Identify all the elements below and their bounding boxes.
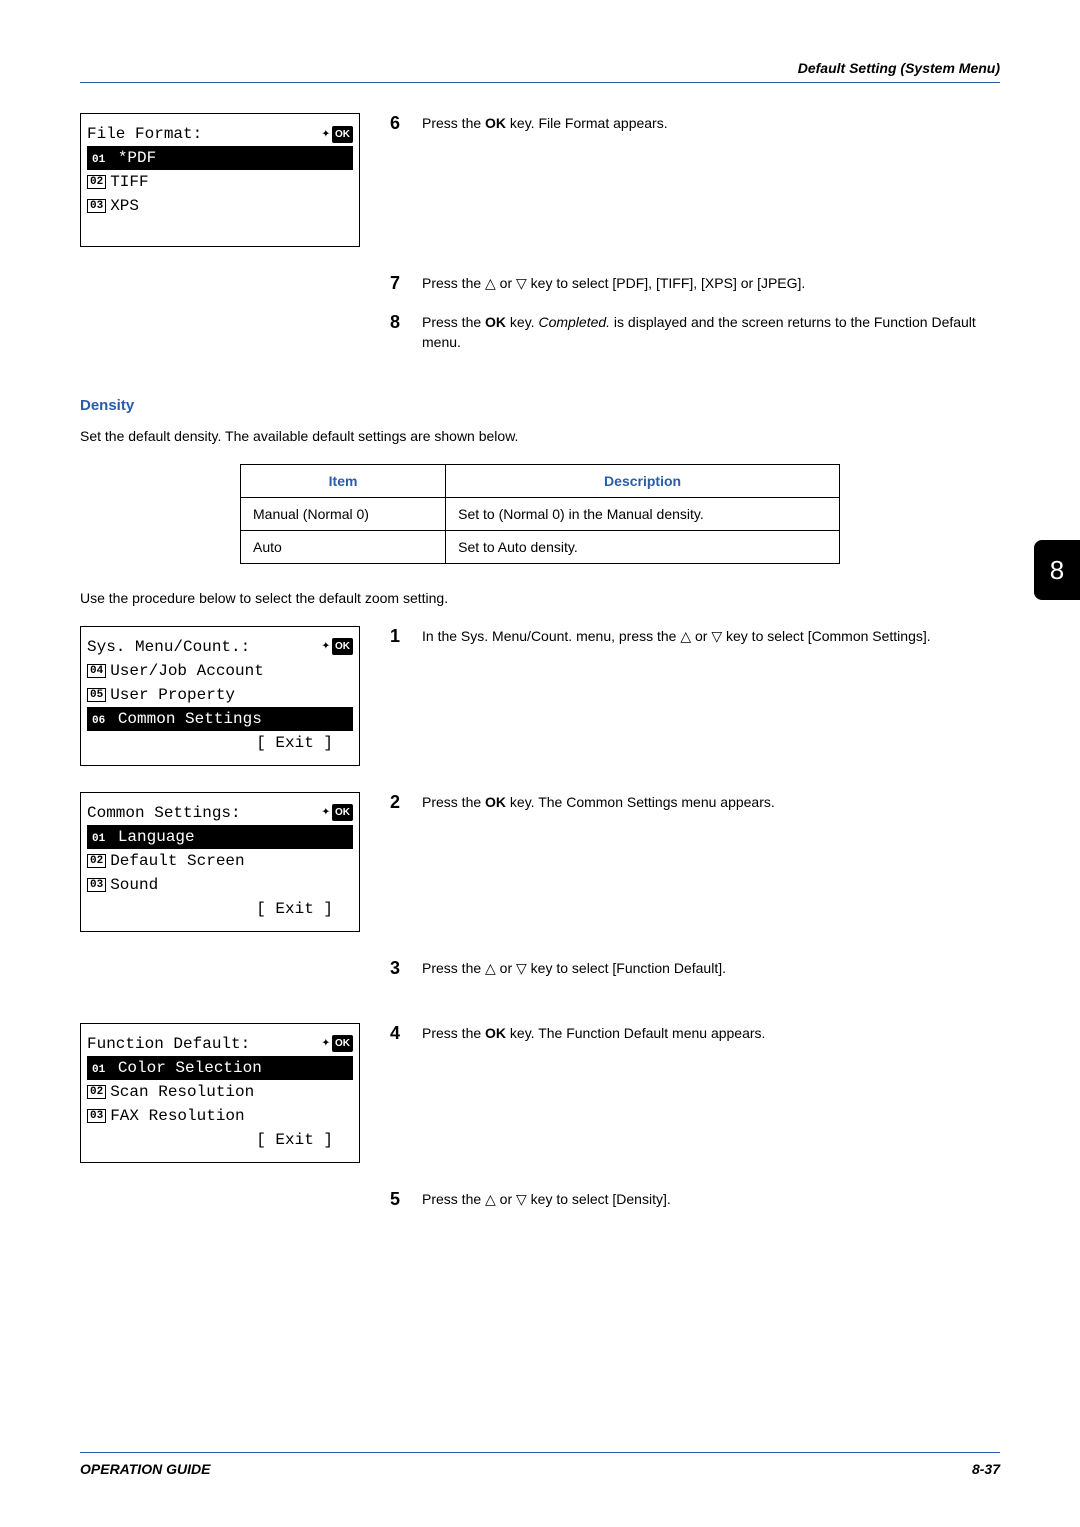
step4-text: Press the OK key. The Function Default m…: [422, 1023, 765, 1044]
lcd2-num3: 06: [89, 714, 108, 728]
lcd2-num1: 04: [87, 664, 106, 678]
step6-number: 6: [390, 113, 408, 134]
lcd3-num2: 02: [87, 854, 106, 868]
lcd2-text3: Common Settings: [118, 710, 262, 728]
lcd1-title: File Format:: [87, 122, 202, 146]
lcd4-text2: Scan Resolution: [110, 1080, 254, 1104]
step1-number: 1: [390, 626, 408, 647]
th-item: Item: [241, 464, 446, 497]
lcd2-exit: [ Exit ]: [87, 731, 353, 755]
lcd3-text3: Sound: [110, 873, 158, 897]
r2c1: Auto: [241, 530, 446, 563]
step8-text: Press the OK key. Completed. is displaye…: [422, 312, 1000, 353]
lcd1-text3: XPS: [110, 194, 139, 218]
step1-text: In the Sys. Menu/Count. menu, press the …: [422, 626, 931, 647]
density-table: Item Description Manual (Normal 0) Set t…: [240, 464, 840, 564]
lcd-function-default: Function Default: ✦OK 01 Color Selection…: [80, 1023, 360, 1163]
lcd2-num2: 05: [87, 688, 106, 702]
lcd-sys-menu: Sys. Menu/Count.: ✦OK 04 User/Job Accoun…: [80, 626, 360, 766]
density-heading: Density: [80, 397, 1000, 414]
step8-number: 8: [390, 312, 408, 353]
lcd4-num1: 01: [89, 1063, 108, 1077]
step7-number: 7: [390, 273, 408, 294]
header-rule: [80, 82, 1000, 83]
lcd4-title: Function Default:: [87, 1032, 250, 1056]
step2-number: 2: [390, 792, 408, 813]
step6-text: Press the OK key. File Format appears.: [422, 113, 668, 134]
nav-ok-icon: ✦OK: [322, 124, 353, 145]
step7-text: Press the △ or ▽ key to select [PDF], [T…: [422, 273, 805, 294]
lcd-common-settings: Common Settings: ✦OK 01 Language 02 Defa…: [80, 792, 360, 932]
lcd2-text1: User/Job Account: [110, 659, 264, 683]
chapter-tab: 8: [1034, 540, 1080, 600]
r1c1: Manual (Normal 0): [241, 497, 446, 530]
step3-number: 3: [390, 958, 408, 979]
lcd4-exit: [ Exit ]: [87, 1128, 353, 1152]
page-footer: OPERATION GUIDE 8-37: [80, 1452, 1000, 1477]
lcd1-num2: 02: [87, 175, 106, 189]
lcd4-num3: 03: [87, 1109, 106, 1123]
lcd1-text1: *PDF: [118, 149, 156, 167]
nav-ok-icon: ✦OK: [322, 1033, 353, 1054]
lcd3-text2: Default Screen: [110, 849, 244, 873]
r2c2: Set to Auto density.: [446, 530, 840, 563]
lcd1-text2: TIFF: [110, 170, 148, 194]
lcd1-num3: 03: [87, 199, 106, 213]
zoom-intro: Use the procedure below to select the de…: [80, 590, 1000, 606]
nav-ok-icon: ✦OK: [322, 636, 353, 657]
th-desc: Description: [446, 464, 840, 497]
lcd3-num3: 03: [87, 878, 106, 892]
r1c2: Set to (Normal 0) in the Manual density.: [446, 497, 840, 530]
lcd2-title: Sys. Menu/Count.:: [87, 635, 250, 659]
lcd4-text1: Color Selection: [118, 1059, 262, 1077]
nav-ok-icon: ✦OK: [322, 802, 353, 823]
footer-left: OPERATION GUIDE: [80, 1461, 210, 1477]
lcd1-num1: 01: [89, 153, 108, 167]
step5-text: Press the △ or ▽ key to select [Density]…: [422, 1189, 671, 1210]
lcd-file-format: File Format: ✦OK 01 *PDF 02 TIFF 03 XPS: [80, 113, 360, 247]
lcd4-num2: 02: [87, 1085, 106, 1099]
density-intro: Set the default density. The available d…: [80, 428, 1000, 444]
lcd4-text3: FAX Resolution: [110, 1104, 244, 1128]
step3-text: Press the △ or ▽ key to select [Function…: [422, 958, 726, 979]
step4-number: 4: [390, 1023, 408, 1044]
page-header: Default Setting (System Menu): [80, 60, 1000, 76]
step5-number: 5: [390, 1189, 408, 1210]
footer-right: 8-37: [972, 1461, 1000, 1477]
lcd3-num1: 01: [89, 832, 108, 846]
lcd3-exit: [ Exit ]: [87, 897, 353, 921]
lcd3-title: Common Settings:: [87, 801, 241, 825]
lcd2-text2: User Property: [110, 683, 235, 707]
step2-text: Press the OK key. The Common Settings me…: [422, 792, 775, 813]
lcd3-text1: Language: [118, 828, 195, 846]
